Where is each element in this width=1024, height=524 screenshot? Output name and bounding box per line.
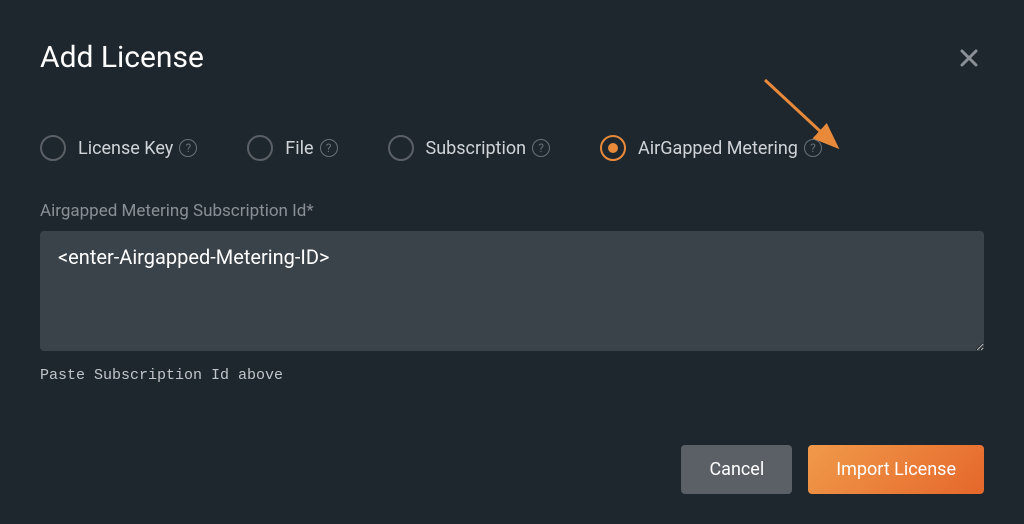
license-type-radio-group: License Key ? File ? Subscription ? AirG… <box>40 135 984 161</box>
radio-label: File ? <box>285 138 337 159</box>
radio-label: Subscription ? <box>426 138 551 159</box>
help-icon[interactable]: ? <box>179 139 197 157</box>
radio-label: AirGapped Metering ? <box>638 138 822 159</box>
dialog-header: Add License <box>40 40 984 75</box>
radio-license-key[interactable]: License Key ? <box>40 135 197 161</box>
close-icon <box>960 42 978 74</box>
help-icon[interactable]: ? <box>532 139 550 157</box>
field-helper-text: Paste Subscription Id above <box>40 367 984 384</box>
subscription-id-input[interactable] <box>40 231 984 351</box>
import-license-button[interactable]: Import License <box>808 445 984 494</box>
radio-label: License Key ? <box>78 138 197 159</box>
radio-indicator <box>247 135 273 161</box>
subscription-id-field: Airgapped Metering Subscription Id* Past… <box>40 201 984 384</box>
radio-dot-icon <box>608 143 618 153</box>
close-button[interactable] <box>954 43 984 73</box>
dialog-footer: Cancel Import License <box>681 445 984 494</box>
help-icon[interactable]: ? <box>320 139 338 157</box>
radio-indicator <box>40 135 66 161</box>
field-label: Airgapped Metering Subscription Id* <box>40 201 984 221</box>
dialog-title: Add License <box>40 40 204 75</box>
cancel-button[interactable]: Cancel <box>681 445 792 494</box>
radio-indicator <box>600 135 626 161</box>
help-icon[interactable]: ? <box>804 139 822 157</box>
radio-indicator <box>388 135 414 161</box>
radio-file[interactable]: File ? <box>247 135 337 161</box>
radio-subscription[interactable]: Subscription ? <box>388 135 551 161</box>
radio-airgapped-metering[interactable]: AirGapped Metering ? <box>600 135 822 161</box>
